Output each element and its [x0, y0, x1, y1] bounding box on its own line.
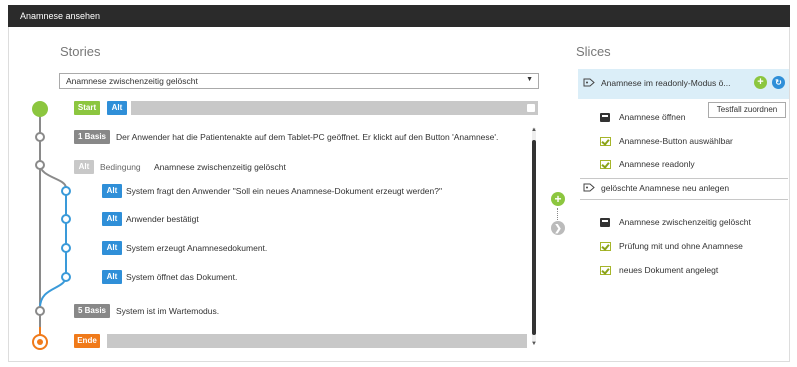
end-badge: Ende — [74, 334, 100, 348]
assign-testcase-button[interactable]: ↻ — [772, 76, 785, 89]
step-node — [35, 306, 45, 316]
end-node-dot — [37, 339, 43, 345]
step-badge: 5 Basis — [74, 304, 110, 318]
scroll-down-icon[interactable]: ▼ — [531, 341, 537, 347]
step-text: Der Anwender hat die Patientenakte auf d… — [116, 132, 499, 142]
alt-node — [61, 243, 71, 253]
stories-scrollbar-thumb[interactable] — [532, 140, 536, 335]
scroll-up-icon[interactable]: ▲ — [531, 127, 537, 133]
start-bar — [131, 101, 538, 115]
assign-testcase-tooltip: Testfall zuordnen — [708, 102, 786, 118]
chevron-down-icon: ▼ — [526, 76, 533, 83]
step-text: System ist im Wartemodus. — [116, 306, 220, 316]
step-badge: Alt — [74, 160, 94, 174]
action-dotted-line — [557, 208, 559, 220]
slice-separator — [580, 199, 788, 200]
window-titlebar: Anamnese ansehen — [8, 5, 790, 27]
start-bar-icon — [527, 104, 535, 112]
slice-item-label[interactable]: Anamnese öffnen — [619, 112, 685, 122]
step-text: Anwender bestätigt — [126, 214, 199, 224]
end-bar — [107, 334, 527, 348]
alt-node — [61, 186, 71, 196]
slice-tag-icon — [583, 78, 595, 87]
checkbox-icon — [600, 160, 611, 169]
alt-badge[interactable]: Alt — [102, 184, 122, 198]
slice-item-label[interactable]: Prüfung mit und ohne Anamnese — [619, 241, 743, 251]
story-dropdown[interactable]: Anamnese zwischenzeitig gelöscht ▼ — [59, 73, 539, 89]
alt-badge[interactable]: Alt — [102, 241, 122, 255]
slices-title: Slices — [576, 44, 611, 59]
document-icon — [600, 218, 610, 227]
alt-node — [61, 272, 71, 282]
slice-group-label[interactable]: Anamnese im readonly-Modus ö... — [601, 78, 730, 88]
step-node — [35, 132, 45, 142]
add-slice-button[interactable]: + — [551, 192, 565, 206]
add-testcase-button[interactable]: + — [754, 76, 767, 89]
start-node — [32, 101, 48, 117]
start-alt-badge[interactable]: Alt — [107, 101, 127, 115]
window-title: Anamnese ansehen — [20, 11, 101, 21]
slice-group-label[interactable]: gelöschte Anamnese neu anlegen — [601, 183, 729, 193]
step-badge: 1 Basis — [74, 130, 110, 144]
story-dropdown-value: Anamnese zwischenzeitig gelöscht — [66, 76, 198, 86]
checkbox-icon — [600, 137, 611, 146]
alt-node — [61, 214, 71, 224]
step-text: System erzeugt Anamnesedokument. — [126, 243, 268, 253]
slice-item-label[interactable]: Anamnese-Button auswählbar — [619, 136, 733, 146]
arrow-right-button[interactable]: ❯ — [551, 221, 565, 235]
step-text: Anamnese zwischenzeitig gelöscht — [154, 162, 286, 172]
stories-title: Stories — [60, 44, 101, 59]
document-icon — [600, 113, 610, 122]
slice-item-label[interactable]: neues Dokument angelegt — [619, 265, 718, 275]
alt-badge[interactable]: Alt — [102, 270, 122, 284]
alt-badge[interactable]: Alt — [102, 212, 122, 226]
step-text: System fragt den Anwender "Soll ein neue… — [126, 186, 442, 196]
checkbox-icon — [600, 266, 611, 275]
branch-connector — [39, 163, 67, 309]
step-node — [35, 160, 45, 170]
slice-separator — [580, 178, 788, 179]
slice-item-label[interactable]: Anamnese readonly — [619, 159, 695, 169]
condition-label: Bedingung — [100, 162, 141, 172]
checkbox-icon — [600, 242, 611, 251]
start-badge: Start — [74, 101, 100, 115]
step-text: System öffnet das Dokument. — [126, 272, 238, 282]
slice-tag-icon — [583, 183, 595, 192]
slice-item-label[interactable]: Anamnese zwischenzeitig gelöscht — [619, 217, 751, 227]
